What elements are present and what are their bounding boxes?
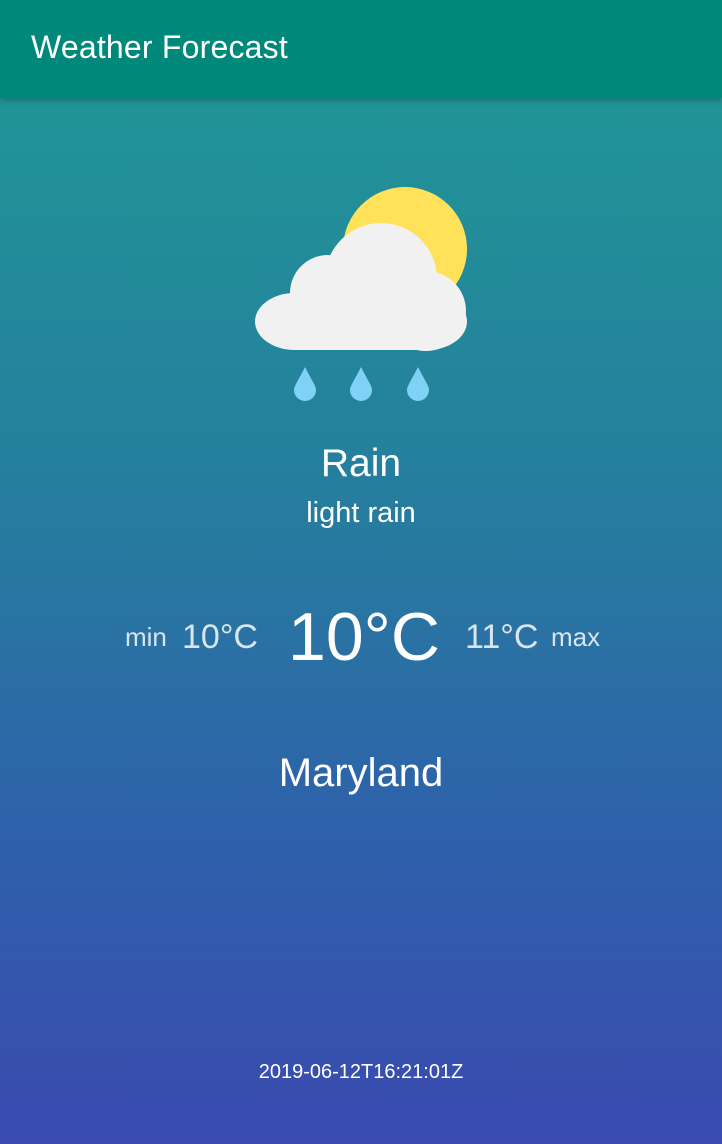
cloud-sun-rain-icon	[250, 183, 472, 405]
temperature-row: min 10°C 10°C 11°C max	[0, 598, 722, 678]
min-label: min	[125, 622, 167, 652]
weather-condition: Rain	[320, 442, 402, 485]
location-name: Maryland	[278, 751, 444, 795]
max-temperature: 11°C	[465, 618, 539, 656]
weather-screen: Weather Forecast Rain light rain min 10°…	[0, 0, 722, 1144]
app-bar: Weather Forecast	[0, 0, 722, 98]
max-label: max	[551, 622, 601, 652]
min-temperature: 10°C	[182, 618, 258, 656]
current-temperature: 10°C	[288, 599, 440, 675]
updated-timestamp: 2019-06-12T16:21:01Z	[258, 1061, 464, 1083]
app-title: Weather Forecast	[31, 29, 288, 65]
weather-description: light rain	[306, 497, 416, 529]
